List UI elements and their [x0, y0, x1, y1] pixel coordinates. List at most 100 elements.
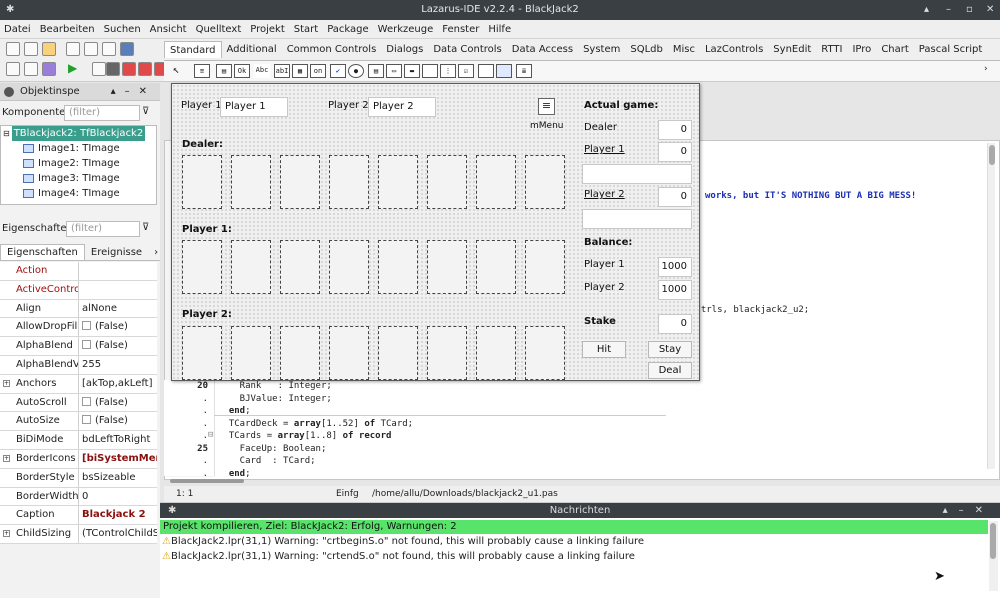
build-mode-icon[interactable]: [42, 62, 56, 76]
property-row[interactable]: Align alNone: [0, 299, 157, 319]
property-row[interactable]: Caption Blackjack 2: [0, 506, 157, 526]
tab-ipro[interactable]: IPro: [847, 41, 876, 58]
code-line[interactable]: Card : TCard;: [218, 455, 413, 468]
tcheckbox-icon[interactable]: ✔: [330, 64, 346, 78]
stake-value[interactable]: 0: [658, 314, 692, 334]
tpanel-icon[interactable]: [478, 64, 494, 78]
code-line[interactable]: Rank : Integer;: [218, 380, 413, 393]
tscrollbar-icon[interactable]: ▬: [404, 64, 420, 78]
property-value[interactable]: (TControlChildS: [79, 525, 157, 543]
card-image-slot[interactable]: [427, 326, 467, 380]
minimize-icon[interactable]: –: [946, 0, 951, 20]
property-value[interactable]: 0: [79, 488, 157, 506]
property-value[interactable]: bsSizeable: [79, 469, 157, 487]
balance-player2-value[interactable]: 1000: [658, 280, 692, 300]
tab-dialogs[interactable]: Dialogs: [381, 41, 428, 58]
tab-lazcontrols[interactable]: LazControls: [700, 41, 768, 58]
tradiogroup-icon[interactable]: ⋮: [440, 64, 456, 78]
tab-data-controls[interactable]: Data Controls: [428, 41, 506, 58]
card-image-slot[interactable]: [182, 155, 222, 209]
tab-misc[interactable]: Misc: [668, 41, 700, 58]
player2-name-input[interactable]: Player 2: [368, 97, 436, 117]
property-value[interactable]: [79, 262, 157, 280]
card-image-slot[interactable]: [525, 326, 565, 380]
messages-window-controls[interactable]: ▴–✕: [943, 503, 994, 518]
property-row[interactable]: AlphaBlendValue255: [0, 355, 157, 375]
run-icon[interactable]: ▶: [68, 61, 77, 75]
property-row[interactable]: Action: [0, 262, 157, 281]
checkbox-icon[interactable]: [82, 396, 91, 406]
filter-clear-icon[interactable]: ⊽: [142, 106, 149, 117]
player2-score-value[interactable]: 0: [658, 187, 692, 207]
card-image-slot[interactable]: [427, 240, 467, 294]
menu-quelltext[interactable]: Quelltext: [196, 24, 242, 35]
tab-additional[interactable]: Additional: [222, 41, 282, 58]
tab-synedit[interactable]: SynEdit: [768, 41, 816, 58]
tab-data-access[interactable]: Data Access: [507, 41, 578, 58]
deal-button[interactable]: Deal: [648, 362, 692, 379]
menu-ansicht[interactable]: Ansicht: [150, 24, 187, 35]
menu-suchen[interactable]: Suchen: [104, 24, 141, 35]
card-image-slot[interactable]: [280, 326, 320, 380]
tmemo-icon[interactable]: ▦: [292, 64, 308, 78]
fold-icon[interactable]: ⊟: [208, 430, 213, 440]
build-success-message[interactable]: Projekt kompilieren, Ziel: BlackJack2: E…: [160, 520, 988, 534]
menu-projekt[interactable]: Projekt: [250, 24, 285, 35]
card-image-slot[interactable]: [329, 155, 369, 209]
property-value[interactable]: alNone: [79, 300, 157, 318]
property-row[interactable]: AutoScroll (False): [0, 393, 157, 413]
tmainmenu-icon[interactable]: ≡: [194, 64, 210, 78]
tab-chart[interactable]: Chart: [876, 41, 913, 58]
card-image-slot[interactable]: [182, 326, 222, 380]
code-line[interactable]: FaceUp: Boolean;: [218, 443, 413, 456]
expand-icon[interactable]: +: [3, 379, 10, 387]
tree-item[interactable]: Image2: TImage: [1, 156, 156, 171]
menu-bearbeiten[interactable]: Bearbeiten: [40, 24, 95, 35]
player1-status-field[interactable]: [582, 164, 692, 184]
expand-icon[interactable]: +: [3, 454, 10, 462]
tree-expand-icon[interactable]: ⊟: [3, 126, 10, 141]
property-value[interactable]: [biSystemMenu: [79, 450, 157, 468]
tedit-icon[interactable]: abI: [274, 64, 290, 78]
menu-datei[interactable]: Datei: [4, 24, 31, 35]
card-image-slot[interactable]: [476, 155, 516, 209]
property-row[interactable]: BiDiMode bdLeftToRight: [0, 431, 157, 450]
new-form-icon[interactable]: [24, 42, 38, 56]
code-line[interactable]: TCards = array[1..8] of record: [218, 430, 413, 443]
menu-package[interactable]: Package: [327, 24, 368, 35]
components-filter-input[interactable]: (filter): [64, 105, 140, 121]
tab-rtti[interactable]: RTTI: [816, 41, 847, 58]
card-image-slot[interactable]: [231, 240, 271, 294]
pause-icon[interactable]: [92, 62, 106, 76]
tgroupbox-icon[interactable]: [422, 64, 438, 78]
expand-icon[interactable]: +: [3, 530, 10, 538]
property-value[interactable]: [79, 281, 157, 299]
card-image-slot[interactable]: [280, 240, 320, 294]
property-value[interactable]: 255: [79, 356, 157, 374]
card-image-slot[interactable]: [476, 240, 516, 294]
card-image-slot[interactable]: [280, 155, 320, 209]
properties-filter-input[interactable]: (filter): [66, 221, 140, 237]
property-row[interactable]: + Anchors [akTop,akLeft]: [0, 374, 157, 394]
tbutton-icon[interactable]: Ok: [234, 64, 250, 78]
card-image-slot[interactable]: [329, 240, 369, 294]
property-value[interactable]: (False): [79, 412, 157, 430]
menu-fenster[interactable]: Fenster: [442, 24, 479, 35]
tree-item[interactable]: Image1: TImage: [1, 141, 156, 156]
step-over-icon[interactable]: [138, 62, 152, 76]
messages-scrollbar[interactable]: [989, 521, 998, 591]
property-row[interactable]: + ChildSizing (TControlChildS: [0, 525, 157, 544]
new-unit-icon[interactable]: [6, 42, 20, 56]
tab-common-controls[interactable]: Common Controls: [282, 41, 382, 58]
player2-status-field[interactable]: [582, 209, 692, 229]
tlabel-icon[interactable]: Abc: [254, 64, 270, 78]
property-row[interactable]: AlphaBlend (False): [0, 337, 157, 356]
tframe-icon[interactable]: [496, 64, 512, 78]
property-value[interactable]: (False): [79, 394, 157, 412]
save-all-icon[interactable]: [84, 42, 98, 56]
code-line[interactable]: end;: [218, 405, 413, 418]
close-icon[interactable]: ✕: [986, 0, 994, 20]
property-row[interactable]: AllowDropFiles (False): [0, 318, 157, 338]
stay-button[interactable]: Stay: [648, 341, 692, 358]
property-value[interactable]: (False): [79, 318, 157, 336]
